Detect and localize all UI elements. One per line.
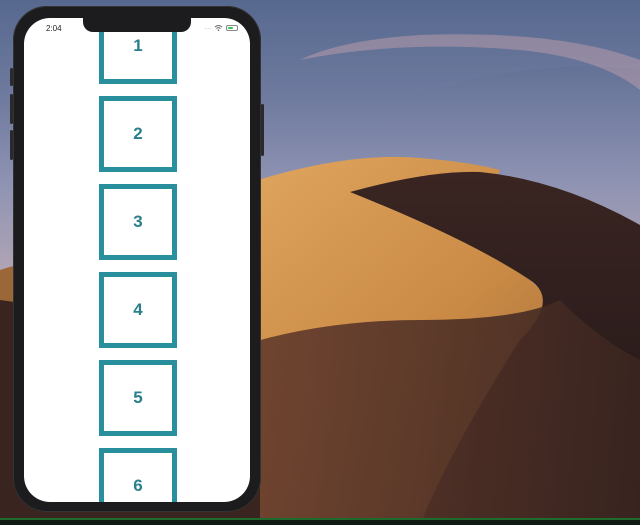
phone-volume-down-button bbox=[10, 130, 13, 160]
list-item[interactable]: 3 bbox=[99, 184, 177, 260]
list-item-label: 3 bbox=[133, 212, 143, 231]
desktop-bottom-bar-accent bbox=[0, 518, 640, 520]
list-item[interactable]: 2 bbox=[99, 96, 177, 172]
list-item[interactable]: 5 bbox=[99, 360, 177, 436]
phone-power-button bbox=[261, 104, 264, 156]
phone-volume-up-button bbox=[10, 94, 13, 124]
battery-icon bbox=[226, 25, 238, 31]
wifi-icon bbox=[214, 25, 223, 31]
phone-screen: 2:04 .... 1 2 3 4 5 6 bbox=[24, 18, 250, 502]
status-time: 2:04 bbox=[46, 24, 62, 33]
list-item-label: 5 bbox=[133, 388, 143, 407]
list-item-label: 6 bbox=[133, 476, 143, 495]
list-item[interactable]: 6 bbox=[99, 448, 177, 502]
desktop-bottom-bar bbox=[0, 518, 640, 525]
desktop: 2:04 .... 1 2 3 4 5 6 bbox=[0, 0, 640, 525]
phone-silent-switch bbox=[10, 68, 13, 86]
list-item-label: 2 bbox=[133, 124, 143, 143]
list-item[interactable]: 4 bbox=[99, 272, 177, 348]
list-item-label: 1 bbox=[133, 36, 143, 55]
list-item-label: 4 bbox=[133, 300, 143, 319]
signal-icon: .... bbox=[204, 25, 211, 31]
status-icons: .... bbox=[204, 24, 238, 32]
battery-level bbox=[228, 27, 233, 29]
phone-notch bbox=[83, 18, 191, 32]
